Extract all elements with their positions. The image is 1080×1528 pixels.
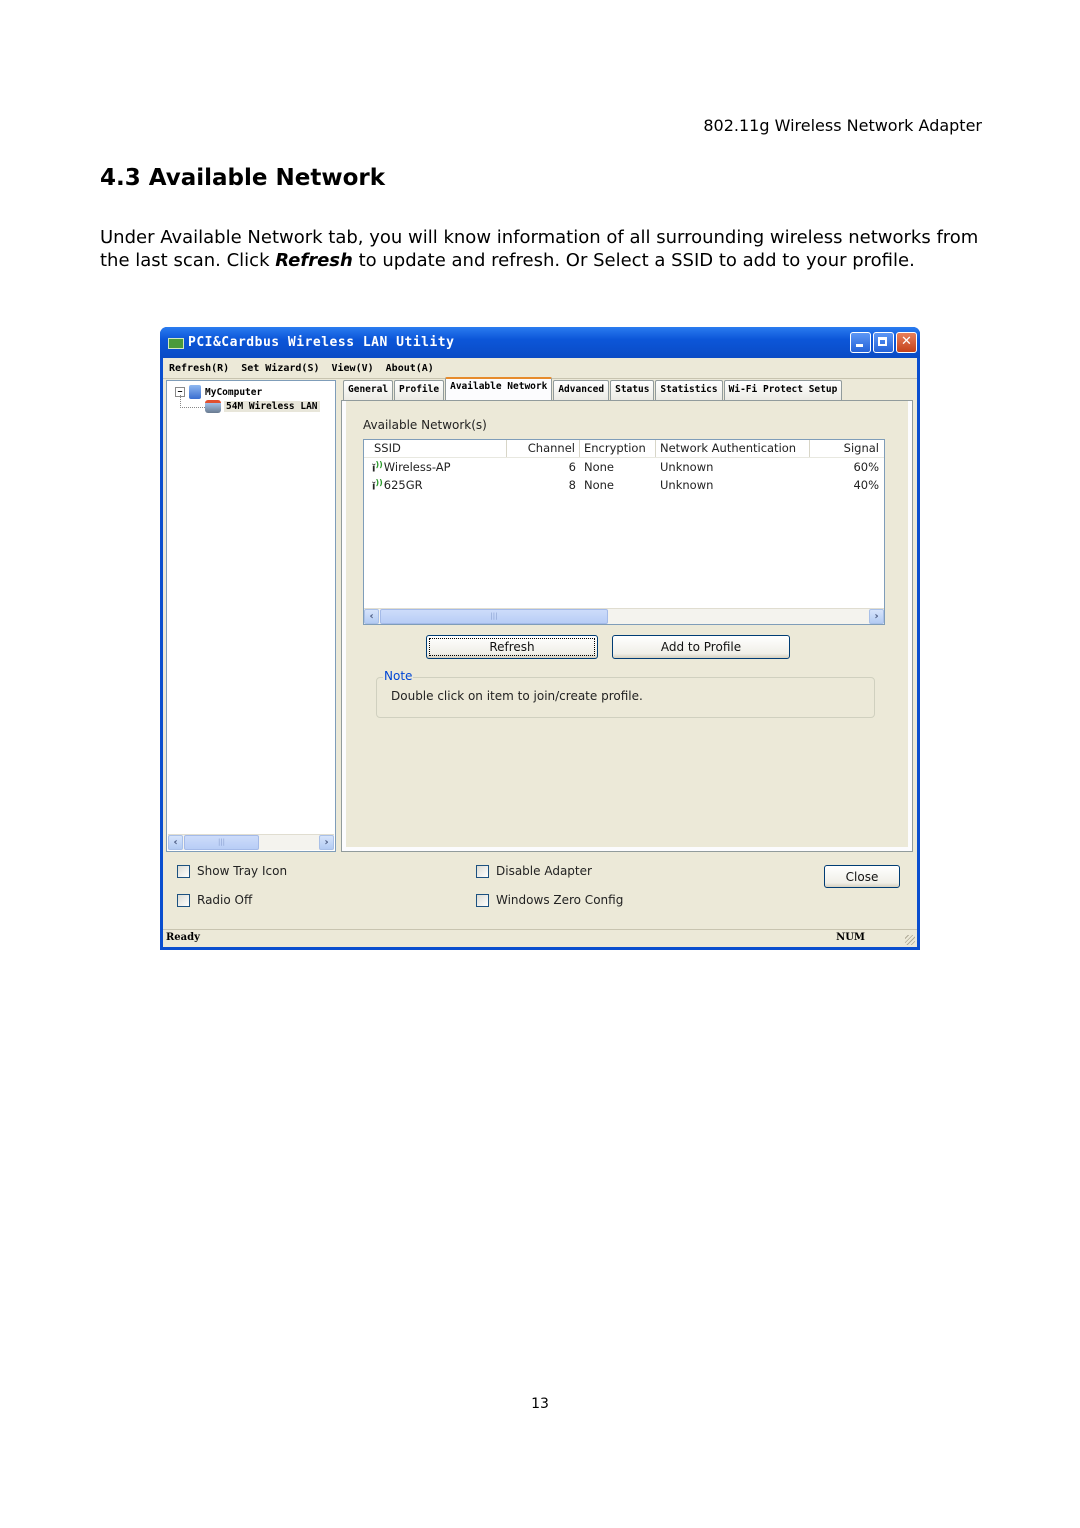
close-button[interactable]: Close bbox=[824, 865, 900, 888]
num-lock-indicator: NUM bbox=[836, 932, 865, 943]
maximize-button[interactable] bbox=[873, 332, 894, 353]
page-number: 13 bbox=[531, 1396, 549, 1412]
list-horizontal-scrollbar[interactable]: ‹ ||| › bbox=[364, 608, 884, 624]
column-network-authentication[interactable]: Network Authentication bbox=[656, 440, 810, 457]
window-title: PCI&Cardbus Wireless LAN Utility bbox=[188, 335, 455, 350]
checkbox-label: Windows Zero Config bbox=[496, 893, 624, 907]
ssid-cell: 625GR bbox=[383, 478, 423, 492]
network-row[interactable]: ǐ)) Wireless-AP 6 None Unknown 60% bbox=[364, 458, 884, 476]
title-bar[interactable]: PCI&Cardbus Wireless LAN Utility bbox=[160, 327, 920, 358]
paragraph-bold-refresh: Refresh bbox=[275, 250, 353, 271]
scroll-left-arrow-icon[interactable]: ‹ bbox=[168, 835, 183, 850]
checkbox-icon[interactable] bbox=[177, 864, 190, 878]
radio-off-checkbox[interactable]: Radio Off bbox=[177, 893, 252, 907]
status-text: Ready bbox=[166, 932, 200, 943]
auth-cell: Unknown bbox=[660, 478, 714, 492]
tab-general[interactable]: General bbox=[343, 380, 394, 400]
network-list[interactable]: SSID Channel Encryption Network Authenti… bbox=[363, 439, 885, 625]
menu-set-wizard[interactable]: Set Wizard(S) bbox=[241, 363, 319, 374]
refresh-button[interactable]: Refresh bbox=[426, 635, 598, 659]
close-window-button[interactable] bbox=[896, 332, 917, 353]
tab-strip: General Profile Available Network Advanc… bbox=[343, 377, 843, 400]
device-tree: − MyComputer 54M Wireless LAN ‹ ||| › bbox=[166, 380, 336, 852]
note-text: Double click on item to join/create prof… bbox=[391, 689, 643, 703]
network-adapter-icon bbox=[205, 400, 221, 413]
checkbox-label: Disable Adapter bbox=[496, 864, 592, 878]
tab-control: General Profile Available Network Advanc… bbox=[341, 377, 913, 852]
note-group: Note Double click on item to join/create… bbox=[376, 669, 875, 718]
signal-cell: 40% bbox=[853, 478, 879, 492]
tab-advanced[interactable]: Advanced bbox=[553, 380, 610, 400]
channel-cell: 6 bbox=[568, 460, 576, 474]
tree-node-label: MyComputer bbox=[205, 386, 263, 398]
ssid-cell: Wireless-AP bbox=[383, 460, 451, 474]
encryption-cell: None bbox=[584, 460, 615, 474]
add-to-profile-button[interactable]: Add to Profile bbox=[612, 635, 790, 659]
scroll-right-arrow-icon[interactable]: › bbox=[869, 609, 884, 624]
menu-refresh[interactable]: Refresh(R) bbox=[169, 363, 229, 374]
channel-cell: 8 bbox=[568, 478, 576, 492]
options-area: Show Tray Icon Radio Off Disable Adapter… bbox=[163, 858, 917, 928]
tree-horizontal-scrollbar[interactable]: ‹ ||| › bbox=[168, 834, 334, 850]
column-encryption[interactable]: Encryption bbox=[580, 440, 656, 457]
scroll-left-arrow-icon[interactable]: ‹ bbox=[364, 609, 379, 624]
checkbox-icon[interactable] bbox=[476, 893, 489, 907]
wireless-signal-icon: ǐ)) bbox=[372, 477, 383, 493]
network-row[interactable]: ǐ)) 625GR 8 None Unknown 40% bbox=[364, 476, 884, 494]
tree-node-wireless-lan[interactable]: 54M Wireless LAN bbox=[205, 400, 320, 413]
menu-view[interactable]: View(V) bbox=[332, 363, 374, 374]
tab-panel: Available Network(s) SSID Channel Encryp… bbox=[341, 400, 913, 852]
scroll-thumb[interactable]: ||| bbox=[380, 609, 608, 624]
note-title: Note bbox=[383, 669, 414, 683]
paragraph-text-2: to update and refresh. Or Select a SSID … bbox=[352, 250, 915, 271]
column-signal[interactable]: Signal bbox=[810, 440, 883, 457]
menu-about[interactable]: About(A) bbox=[386, 363, 434, 374]
checkbox-icon[interactable] bbox=[476, 864, 489, 878]
show-tray-icon-checkbox[interactable]: Show Tray Icon bbox=[177, 864, 287, 878]
tree-connector bbox=[180, 395, 205, 408]
status-bar: Ready NUM bbox=[163, 929, 917, 947]
auth-cell: Unknown bbox=[660, 460, 714, 474]
tab-statistics[interactable]: Statistics bbox=[655, 380, 723, 400]
column-channel[interactable]: Channel bbox=[507, 440, 580, 457]
encryption-cell: None bbox=[584, 478, 615, 492]
tab-available-network[interactable]: Available Network bbox=[445, 377, 553, 400]
checkbox-label: Show Tray Icon bbox=[197, 864, 288, 878]
windows-zero-config-checkbox[interactable]: Windows Zero Config bbox=[476, 893, 623, 907]
minimize-button[interactable] bbox=[850, 332, 871, 353]
document-header: 802.11g Wireless Network Adapter bbox=[703, 116, 982, 135]
app-icon bbox=[168, 338, 184, 349]
disable-adapter-checkbox[interactable]: Disable Adapter bbox=[476, 864, 592, 878]
scroll-thumb[interactable]: ||| bbox=[184, 835, 259, 850]
resize-grip-icon[interactable] bbox=[905, 935, 915, 945]
tab-wifi-protect-setup[interactable]: Wi-Fi Protect Setup bbox=[723, 380, 843, 400]
tab-profile[interactable]: Profile bbox=[394, 380, 445, 400]
signal-cell: 60% bbox=[853, 460, 879, 474]
checkbox-label: Radio Off bbox=[197, 893, 253, 907]
utility-window: PCI&Cardbus Wireless LAN Utility Refresh… bbox=[160, 327, 920, 950]
checkbox-icon[interactable] bbox=[177, 893, 190, 907]
menu-bar: Refresh(R) Set Wizard(S) View(V) About(A… bbox=[163, 358, 917, 379]
window-client: Refresh(R) Set Wizard(S) View(V) About(A… bbox=[163, 358, 917, 947]
available-networks-label: Available Network(s) bbox=[363, 418, 487, 432]
scroll-right-arrow-icon[interactable]: › bbox=[319, 835, 334, 850]
tab-status[interactable]: Status bbox=[610, 380, 655, 400]
body-paragraph: Under Available Network tab, you will kn… bbox=[100, 226, 990, 272]
list-header: SSID Channel Encryption Network Authenti… bbox=[364, 440, 884, 458]
column-ssid[interactable]: SSID bbox=[364, 440, 507, 457]
available-network-page: Available Network(s) SSID Channel Encryp… bbox=[346, 401, 908, 847]
tree-node-label: 54M Wireless LAN bbox=[224, 401, 320, 412]
section-title: 4.3 Available Network bbox=[100, 165, 386, 191]
